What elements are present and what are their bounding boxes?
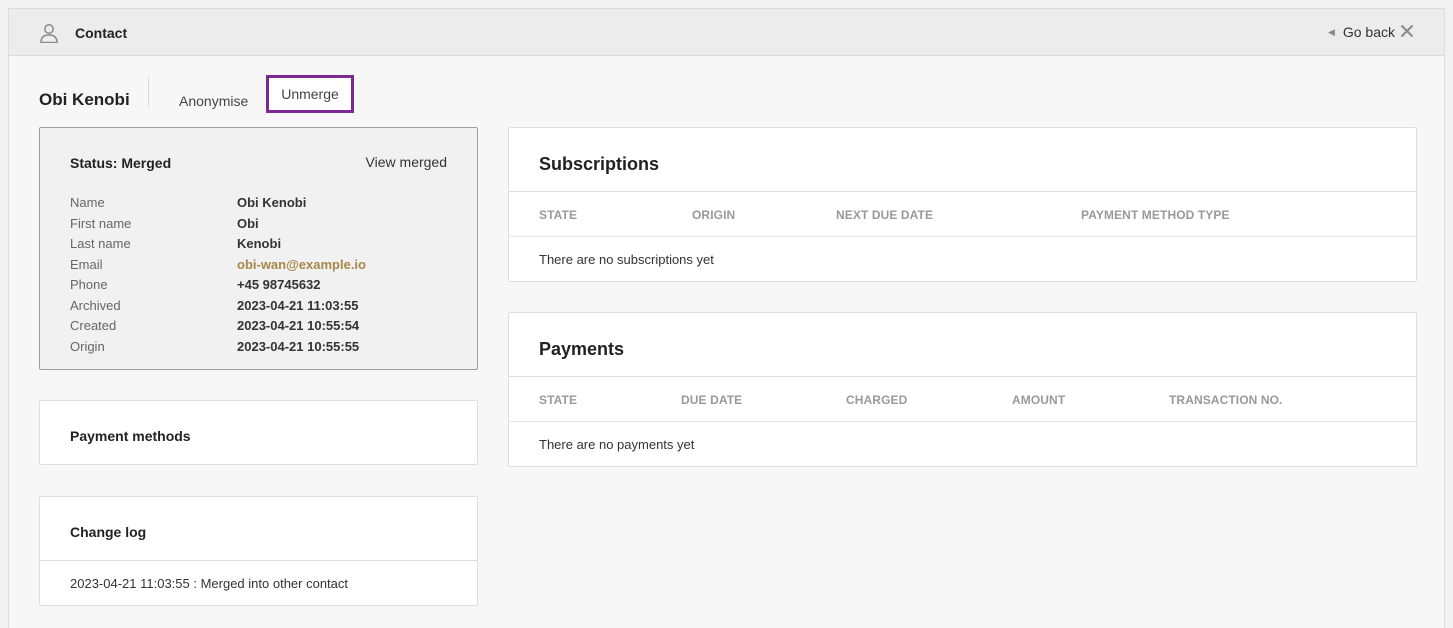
detail-row-origin: Origin 2023-04-21 10:55:55	[70, 339, 450, 360]
status-title: Status: Merged	[70, 155, 172, 171]
modal-header: Contact ◀ Go back	[9, 9, 1444, 56]
divider	[148, 77, 149, 107]
divider	[509, 191, 1416, 192]
subscriptions-card: Subscriptions STATE ORIGIN NEXT DUE DATE…	[508, 127, 1417, 282]
detail-label: Last name	[70, 236, 131, 251]
divider	[509, 421, 1416, 422]
column-header-amount[interactable]: AMOUNT	[1012, 393, 1065, 407]
go-back-label: Go back	[1342, 24, 1395, 40]
modal-title: Contact	[75, 25, 128, 41]
payment-methods-card: Payment methods	[39, 400, 478, 465]
divider	[40, 560, 477, 561]
subscriptions-empty-message: There are no subscriptions yet	[539, 252, 714, 267]
change-log-title: Change log	[70, 524, 147, 540]
detail-label: Origin	[70, 338, 105, 354]
status-card: Status: Merged View merged Name Obi Keno…	[39, 127, 478, 370]
detail-row-email: Email obi-wan@example.io	[70, 257, 450, 278]
column-header-state[interactable]: STATE	[539, 208, 577, 222]
detail-value: Obi	[237, 215, 259, 231]
column-header-transaction-no[interactable]: TRANSACTION NO.	[1169, 393, 1283, 407]
detail-value: 2023-04-21 10:55:54	[237, 318, 360, 333]
anonymise-button[interactable]: Anonymise	[179, 93, 248, 109]
column-header-next-due-date[interactable]: NEXT DUE DATE	[836, 208, 933, 222]
payments-empty-message: There are no payments yet	[539, 437, 695, 452]
contact-name: Obi Kenobi	[39, 90, 130, 109]
detail-label: Phone	[70, 277, 108, 292]
unmerge-button[interactable]: Unmerge	[266, 75, 354, 113]
detail-value: +45 98745632	[237, 277, 321, 292]
column-header-state[interactable]: STATE	[539, 393, 577, 407]
detail-row-phone: Phone +45 98745632	[70, 277, 450, 298]
detail-label: Archived	[70, 297, 121, 313]
column-header-due-date[interactable]: DUE DATE	[681, 393, 742, 407]
detail-row-archived: Archived 2023-04-21 11:03:55	[70, 298, 450, 319]
detail-label: First name	[70, 215, 132, 231]
change-log-entry: 2023-04-21 11:03:55 : Merged into other …	[70, 576, 349, 591]
detail-row-created: Created 2023-04-21 10:55:54	[70, 318, 450, 339]
payments-title: Payments	[539, 339, 625, 359]
divider	[509, 236, 1416, 237]
contact-modal: Contact ◀ Go back Obi Kenobi Anonymise Un…	[8, 8, 1445, 628]
payment-methods-title: Payment methods	[70, 428, 191, 444]
detail-row-name: Name Obi Kenobi	[70, 195, 450, 216]
detail-value: Kenobi	[237, 236, 282, 251]
payments-card: Payments STATE DUE DATE CHARGED AMOUNT T…	[508, 312, 1417, 467]
detail-label: Name	[70, 195, 105, 210]
change-log-card: Change log 2023-04-21 11:03:55 : Merged …	[39, 496, 478, 606]
detail-row-first-name: First name Obi	[70, 216, 450, 237]
column-header-payment-method-type[interactable]: PAYMENT METHOD TYPE	[1081, 208, 1230, 222]
column-header-charged[interactable]: CHARGED	[846, 393, 907, 407]
detail-value: 2023-04-21 11:03:55	[237, 297, 359, 313]
close-icon[interactable]	[1400, 23, 1414, 39]
subscriptions-title: Subscriptions	[539, 154, 660, 174]
detail-value: Obi Kenobi	[237, 195, 307, 210]
column-header-origin[interactable]: ORIGIN	[692, 208, 735, 222]
back-arrow-icon: ◀	[1327, 27, 1335, 37]
email-link[interactable]: obi-wan@example.io	[237, 257, 366, 278]
go-back-button[interactable]: ◀ Go back	[1328, 24, 1395, 40]
person-icon	[40, 24, 58, 43]
detail-label: Created	[70, 318, 117, 333]
view-merged-link[interactable]: View merged	[366, 154, 447, 170]
divider	[509, 376, 1416, 377]
detail-label: Email	[70, 256, 103, 272]
detail-row-last-name: Last name Kenobi	[70, 236, 450, 257]
detail-value: 2023-04-21 10:55:55	[237, 338, 360, 354]
contact-details: Name Obi Kenobi First name Obi Last name…	[70, 195, 450, 359]
